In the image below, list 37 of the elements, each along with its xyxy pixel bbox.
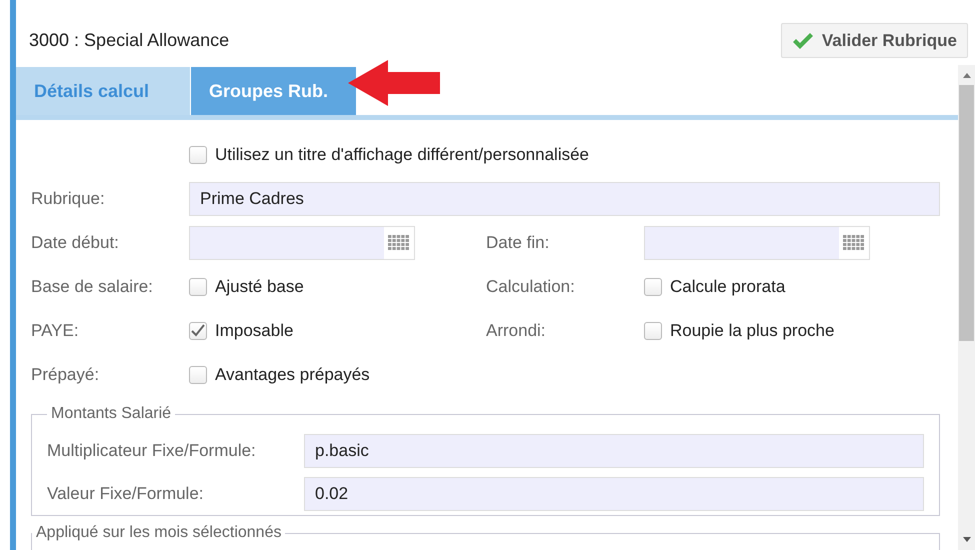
field-label: PAYE:	[31, 321, 80, 341]
checkbox-label: Roupie la plus proche	[670, 321, 834, 341]
scroll-down-icon[interactable]	[962, 536, 972, 544]
checkbox[interactable]	[189, 278, 207, 296]
scrollbar[interactable]	[958, 65, 975, 550]
checkbox-label: Calcule prorata	[670, 277, 786, 297]
scroll-up-icon[interactable]	[962, 71, 972, 79]
checkbox-label: Utilisez un titre d'affichage différent/personnalisée	[215, 145, 590, 165]
calendar-icon[interactable]	[388, 235, 410, 251]
record-title: 3000 : Special Allowance	[29, 30, 230, 51]
field-label: Arrondi:	[486, 321, 547, 341]
checkbox[interactable]	[189, 146, 207, 164]
field-label: Prépayé:	[31, 365, 100, 385]
validate-button[interactable]: Valider Rubrique	[780, 23, 968, 58]
checkbox-label: Imposable	[215, 321, 294, 341]
checkmark-icon	[792, 32, 814, 50]
field-label: Valeur Fixe/Formule:	[47, 484, 205, 504]
checkbox[interactable]	[644, 278, 662, 296]
field-label: Date début:	[31, 233, 120, 253]
calendar-icon[interactable]	[843, 235, 865, 251]
field-label: Base de salaire:	[31, 277, 154, 297]
group-title: Montants Salarié	[50, 405, 172, 423]
group-title: Appliqué sur les mois sélectionnés	[35, 524, 282, 542]
checkbox[interactable]	[189, 322, 207, 340]
checkbox-label: Avantages prépayés	[215, 365, 370, 385]
date-field[interactable]	[644, 226, 870, 260]
field-label: Calculation:	[486, 277, 576, 297]
field-label: Rubrique:	[31, 189, 106, 209]
input-field[interactable]: 0.02	[304, 476, 924, 510]
input-field[interactable]: p.basic	[304, 434, 924, 468]
field-label: Date fin:	[486, 233, 550, 253]
date-field[interactable]	[189, 226, 415, 260]
checkbox[interactable]	[189, 366, 207, 384]
checkbox[interactable]	[644, 322, 662, 340]
checkbox-label: Ajusté base	[215, 277, 304, 297]
field-label: Multiplicateur Fixe/Formule:	[47, 440, 257, 460]
input-field[interactable]: Prime Cadres	[189, 182, 940, 216]
